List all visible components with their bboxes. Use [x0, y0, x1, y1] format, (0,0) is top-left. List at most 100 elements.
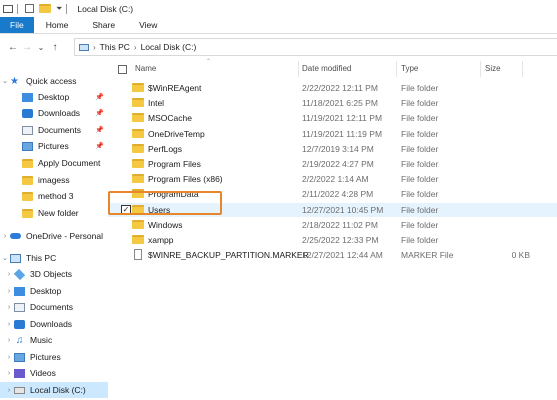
tab-view[interactable]: View	[127, 17, 169, 33]
up-button[interactable]: ↑	[48, 42, 62, 53]
nav-item-pc-documents[interactable]: › Documents	[0, 299, 108, 315]
nav-item-documents[interactable]: Documents 📌	[0, 122, 108, 138]
nav-label: method 3	[38, 191, 74, 201]
column-divider[interactable]	[480, 61, 481, 77]
table-row[interactable]: MSOCache 11/19/2021 12:11 PM File folder	[108, 111, 557, 125]
table-row[interactable]: xampp 2/25/2022 12:33 PM File folder	[108, 233, 557, 247]
tab-home[interactable]: Home	[34, 17, 81, 33]
nav-onedrive[interactable]: › OneDrive - Personal	[0, 228, 108, 244]
column-size[interactable]: Size	[485, 64, 501, 73]
column-name[interactable]: Name	[135, 64, 156, 73]
nav-label: Pictures	[30, 352, 61, 362]
folder-icon	[132, 113, 144, 123]
chevron-right-icon[interactable]: ›	[4, 321, 14, 328]
toolbar-divider	[66, 3, 68, 14]
row-checkbox[interactable]: ✓	[121, 204, 131, 215]
table-row[interactable]: Windows 2/18/2022 11:02 PM File folder	[108, 218, 557, 232]
table-row[interactable]: ✓ Users 12/27/2021 10:45 PM File folder	[108, 202, 557, 217]
chevron-right-icon[interactable]: ›	[4, 370, 14, 377]
chevron-down-icon[interactable]: ⌄	[0, 254, 10, 262]
file-date-modified: 12/27/2021 10:45 PM	[302, 204, 384, 215]
nav-label: Pictures	[38, 141, 69, 151]
breadcrumb-separator-icon[interactable]: ›	[134, 43, 137, 52]
nav-quick-access[interactable]: ⌄ ★ Quick access	[0, 73, 108, 89]
table-row[interactable]: ProgramData 2/11/2022 4:28 PM File folder	[108, 187, 557, 201]
navigation-bar: ← → ⌄ ↑ › This PC › Local Disk (C:)	[0, 38, 557, 56]
column-divider[interactable]	[298, 61, 299, 77]
tab-share[interactable]: Share	[80, 17, 127, 33]
chevron-right-icon[interactable]: ›	[0, 233, 10, 240]
table-row[interactable]: $WINRE_BACKUP_PARTITION.MARKER 12/27/2021…	[108, 248, 557, 262]
recent-locations-dropdown[interactable]: ⌄	[34, 43, 48, 52]
checkbox-icon[interactable]	[25, 4, 34, 13]
breadcrumb-local-disk[interactable]: Local Disk (C:)	[141, 42, 197, 52]
back-button[interactable]: ←	[6, 42, 20, 53]
chevron-right-icon[interactable]: ›	[4, 354, 14, 361]
breadcrumb-separator-icon[interactable]: ›	[93, 43, 96, 52]
chevron-right-icon[interactable]: ›	[4, 337, 14, 344]
folder-icon	[132, 174, 144, 184]
title-bar: ⏷ Local Disk (C:)	[0, 0, 557, 17]
address-bar[interactable]: › This PC › Local Disk (C:)	[74, 38, 557, 56]
column-divider[interactable]	[396, 61, 397, 77]
file-name: Program Files (x86)	[148, 174, 223, 185]
file-name: MSOCache	[148, 113, 192, 124]
customize-toolbar-dropdown-icon[interactable]: ⏷	[56, 4, 62, 14]
file-name: xampp	[148, 235, 174, 245]
nav-item-imagess[interactable]: imagess	[0, 172, 108, 188]
nav-item-pc-music[interactable]: › ♫ Music	[0, 332, 108, 348]
nav-item-3d-objects[interactable]: › 3D Objects	[0, 266, 108, 282]
chevron-down-icon[interactable]: ⌄	[0, 77, 10, 85]
chevron-right-icon[interactable]: ›	[4, 288, 14, 295]
table-row[interactable]: $WinREAgent 2/22/2022 12:11 PM File folder	[108, 81, 557, 95]
file-date-modified: 12/7/2019 3:14 PM	[302, 143, 374, 154]
tab-file[interactable]: File	[0, 17, 34, 33]
file-type: File folder	[401, 235, 439, 245]
nav-item-method-3[interactable]: method 3	[0, 188, 108, 204]
table-row[interactable]: Program Files 2/19/2022 4:27 PM File folde…	[108, 157, 557, 171]
nav-item-pc-pictures[interactable]: › Pictures	[0, 349, 108, 365]
table-row[interactable]: Program Files (x86) 2/2/2022 1:14 AM File …	[108, 172, 557, 186]
chevron-right-icon[interactable]: ›	[4, 304, 14, 311]
file-icon	[134, 249, 142, 261]
file-date-modified: 2/2/2022 1:14 AM	[302, 174, 369, 185]
nav-item-pictures[interactable]: Pictures 📌	[0, 138, 108, 154]
file-name: Windows	[148, 219, 183, 230]
ribbon-tabs: File Home Share View	[0, 17, 557, 34]
forward-button[interactable]: →	[20, 42, 34, 53]
chevron-right-icon[interactable]: ›	[4, 387, 14, 394]
desktop-icon	[14, 286, 25, 296]
file-date-modified: 2/22/2022 12:11 PM	[302, 83, 378, 93]
select-all-checkbox[interactable]	[118, 65, 127, 74]
nav-label: Documents	[38, 125, 81, 135]
column-divider[interactable]	[522, 61, 523, 77]
file-type: File folder	[401, 143, 439, 154]
file-type: File folder	[401, 174, 439, 185]
file-date-modified: 2/18/2022 11:02 PM	[302, 219, 378, 230]
column-type[interactable]: Type	[401, 64, 418, 73]
nav-item-pc-downloads[interactable]: › Downloads	[0, 316, 108, 332]
table-row[interactable]: OneDriveTemp 11/19/2021 11:19 PM File fold…	[108, 127, 557, 141]
table-row[interactable]: Intel 11/18/2021 6:25 PM File folder	[108, 96, 557, 110]
drive-icon	[14, 386, 25, 394]
column-date-modified[interactable]: Date modified	[302, 64, 351, 73]
nav-label: Apply Document	[38, 158, 101, 168]
new-folder-icon[interactable]	[39, 4, 51, 13]
nav-item-pc-desktop[interactable]: › Desktop	[0, 283, 108, 299]
breadcrumb-this-pc[interactable]: This PC	[100, 42, 130, 52]
nav-item-pc-videos[interactable]: › Videos	[0, 365, 108, 381]
chevron-right-icon[interactable]: ›	[4, 271, 14, 278]
explorer-icon	[3, 4, 13, 13]
file-type: File folder	[401, 219, 439, 230]
table-row[interactable]: PerfLogs 12/7/2019 3:14 PM File folder	[108, 142, 557, 156]
nav-item-desktop[interactable]: Desktop 📌	[0, 89, 108, 105]
nav-item-apply-document[interactable]: Apply Document	[0, 155, 108, 171]
nav-this-pc[interactable]: ⌄ This PC	[0, 250, 108, 266]
nav-label: Desktop	[38, 92, 70, 102]
file-type: File folder	[401, 204, 439, 215]
pictures-icon	[22, 141, 33, 151]
nav-item-new-folder[interactable]: New folder	[0, 205, 108, 221]
nav-item-downloads[interactable]: Downloads 📌	[0, 105, 108, 121]
nav-item-local-disk[interactable]: › Local Disk (C:)	[0, 382, 108, 398]
file-type: File folder	[401, 113, 439, 124]
